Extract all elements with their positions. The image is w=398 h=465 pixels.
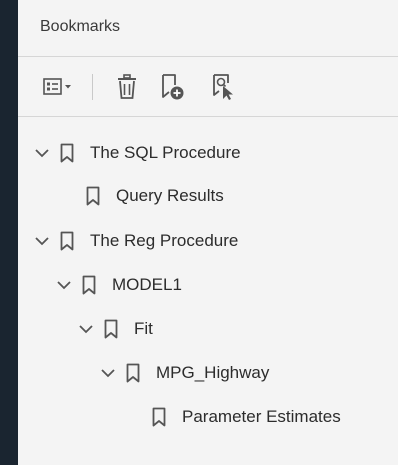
- chevron-down-icon[interactable]: [32, 143, 52, 163]
- chevron-down-icon[interactable]: [76, 319, 96, 339]
- tree-item-label: Parameter Estimates: [182, 407, 341, 426]
- tree-item-reg-procedure[interactable]: The Reg Procedure: [32, 226, 238, 256]
- delete-bookmark-button[interactable]: [110, 70, 144, 104]
- tree-item-label: The SQL Procedure: [90, 143, 241, 162]
- bookmark-icon: [58, 142, 76, 164]
- tree-item-model1[interactable]: MODEL1: [54, 270, 182, 300]
- find-current-bookmark-icon: [210, 73, 238, 101]
- bookmark-icon: [102, 318, 120, 340]
- tree-item-sql-procedure[interactable]: The SQL Procedure: [32, 138, 241, 168]
- tree-item-parameter-estimates[interactable]: Parameter Estimates: [124, 402, 341, 432]
- tree-item-mpg-highway[interactable]: MPG_Highway: [98, 358, 269, 388]
- tree-item-fit[interactable]: Fit: [76, 314, 153, 344]
- tree-item-label: MPG_Highway: [156, 363, 270, 382]
- bookmark-icon: [84, 185, 102, 207]
- tree-item-label: The Reg Procedure: [90, 231, 239, 250]
- tree-item-label: Query Results: [116, 186, 224, 205]
- header-divider: [18, 56, 398, 57]
- bookmark-icon: [58, 230, 76, 252]
- trash-icon: [116, 74, 138, 100]
- list-options-icon: [43, 77, 73, 97]
- tree-item-query-results[interactable]: Query Results: [58, 181, 224, 211]
- new-bookmark-button[interactable]: [154, 70, 192, 104]
- toolbar-separator: [92, 74, 93, 100]
- bookmark-icon: [124, 362, 142, 384]
- chevron-down-icon[interactable]: [98, 363, 118, 383]
- find-bookmark-button[interactable]: [204, 70, 244, 104]
- chevron-down-icon[interactable]: [54, 275, 74, 295]
- bookmark-icon: [80, 274, 98, 296]
- bookmarks-panel: Bookmarks The SQL Procedure Query Result…: [18, 0, 398, 465]
- tree-item-label: Fit: [134, 319, 153, 338]
- panel-title: Bookmarks: [40, 18, 121, 35]
- tree-item-label: MODEL1: [112, 275, 182, 294]
- chevron-down-icon[interactable]: [32, 231, 52, 251]
- bookmark-icon: [150, 406, 168, 428]
- toolbar-divider: [18, 116, 398, 117]
- add-bookmark-icon: [159, 73, 187, 101]
- options-menu-button[interactable]: [36, 70, 80, 104]
